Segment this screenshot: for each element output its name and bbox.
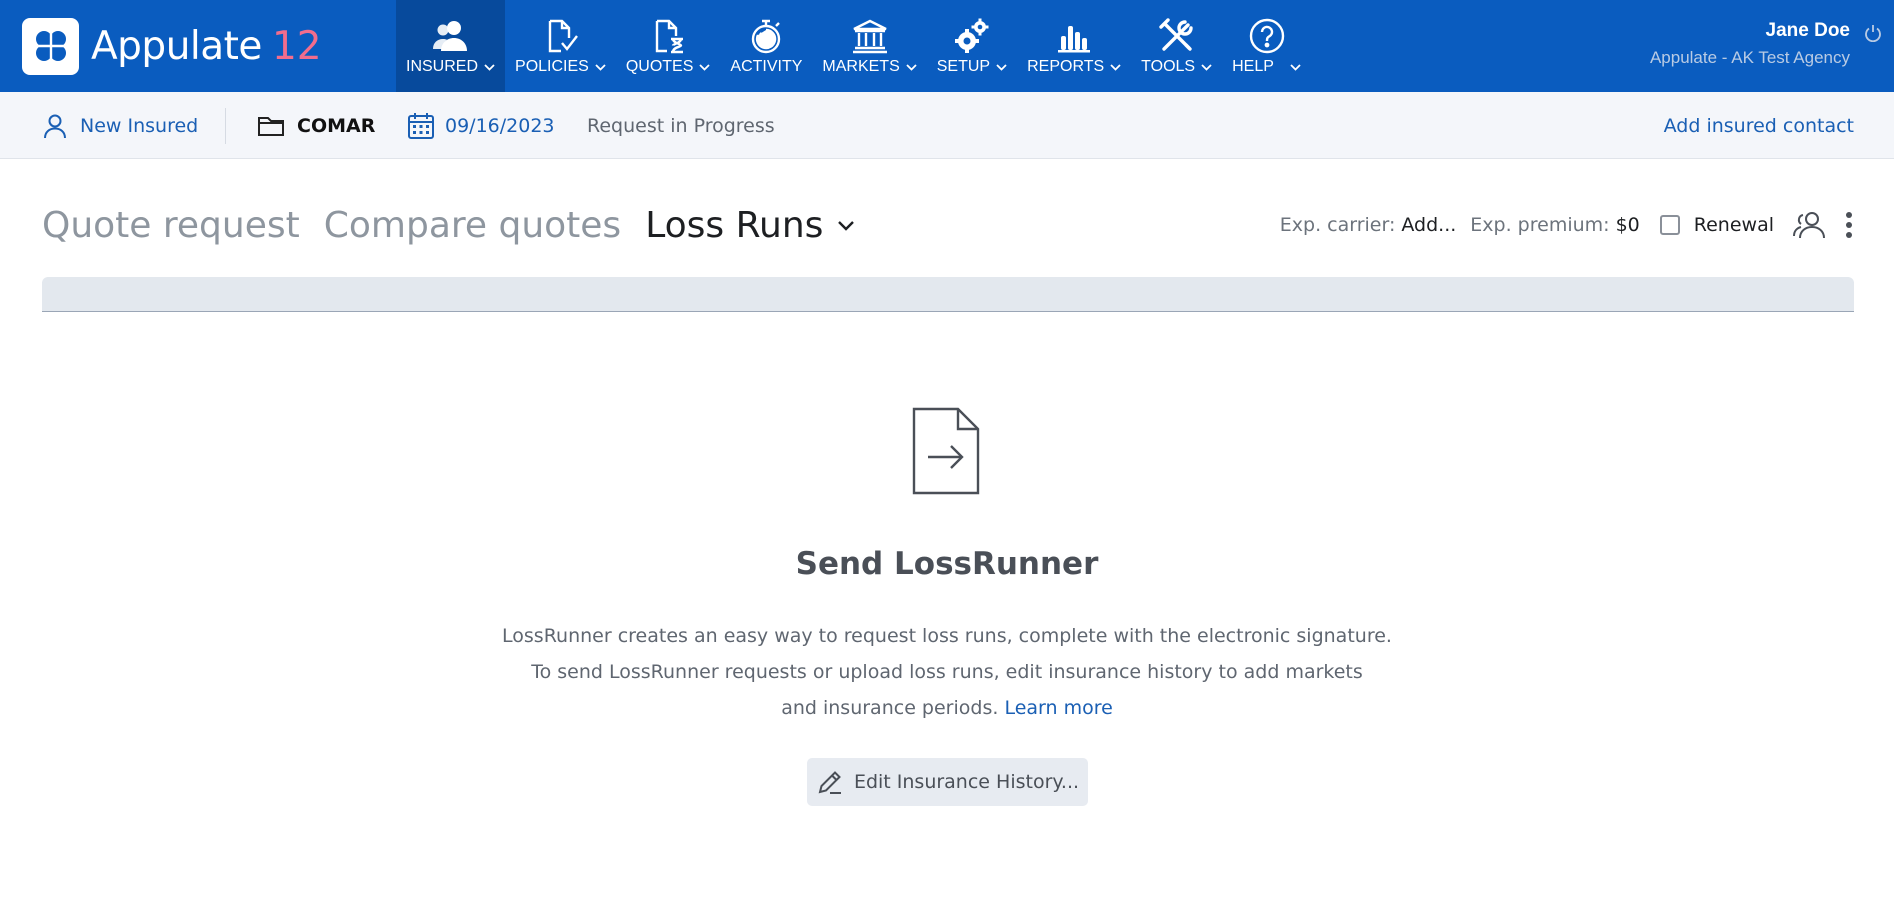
chevron-down-icon (699, 64, 711, 71)
nav-setup-label: SETUP (936, 58, 991, 75)
exp-carrier-value[interactable]: Add... (1401, 214, 1456, 236)
new-insured-link[interactable]: New Insured (42, 92, 198, 159)
date-value: 09/16/2023 (445, 114, 555, 137)
insured-icon (431, 16, 471, 56)
more-options-icon[interactable] (1842, 210, 1856, 240)
markets-icon (850, 16, 890, 56)
nav-markets-label: MARKETS (822, 58, 900, 75)
pencil-icon (818, 771, 841, 794)
help-icon (1247, 16, 1287, 56)
chevron-down-icon (1290, 64, 1301, 71)
exp-carrier-label: Exp. carrier: (1279, 214, 1396, 236)
folder-icon (258, 116, 284, 136)
nav-quotes[interactable]: QUOTES (616, 0, 721, 92)
nav-activity-label: ACTIVITY (730, 58, 803, 75)
chevron-down-icon (1201, 64, 1212, 71)
tab-compare-quotes[interactable]: Compare quotes (324, 205, 621, 246)
description-line-1: LossRunner creates an easy way to reques… (502, 625, 1392, 647)
empty-state-description: LossRunner creates an easy way to reques… (0, 618, 1894, 726)
nav-activity[interactable]: ACTIVITY (720, 0, 812, 92)
tools-icon (1157, 16, 1197, 56)
contacts-icon[interactable] (1792, 210, 1828, 240)
policies-icon (540, 16, 580, 56)
nav-reports-label: REPORTS (1027, 58, 1105, 75)
chevron-down-icon (484, 64, 495, 71)
main-nav: INSURED POLICIES QUOTES ACTIVITY MARKETS… (396, 0, 1311, 92)
user-agency: Appulate - AK Test Agency (1649, 48, 1850, 67)
nav-markets[interactable]: MARKETS (812, 0, 926, 92)
nav-setup[interactable]: SETUP (927, 0, 1017, 92)
nav-tools-label: TOOLS (1141, 58, 1196, 75)
calendar-icon (408, 112, 434, 139)
user-info[interactable]: Jane Doe Appulate - AK Test Agency (1650, 20, 1850, 68)
document-arrow-icon (912, 407, 980, 495)
tab-loss-runs[interactable]: Loss Runs (645, 205, 855, 246)
nav-policies[interactable]: POLICIES (505, 0, 616, 92)
divider (225, 108, 226, 144)
new-insured-label: New Insured (80, 114, 199, 137)
nav-insured-label: INSURED (406, 58, 479, 75)
date-item[interactable]: 09/16/2023 (407, 92, 555, 159)
app-logo[interactable]: Appulate 12 (22, 17, 322, 75)
power-icon[interactable] (1864, 24, 1882, 42)
reports-icon (1054, 16, 1094, 56)
nav-help[interactable]: HELP (1222, 0, 1311, 92)
activity-icon (746, 16, 786, 56)
app-version: 12 (271, 23, 322, 69)
quote-info-bar: Exp. carrier: Add... Exp. premium: $0 Re… (1280, 204, 1856, 246)
request-status: Request in Progress (587, 114, 775, 137)
chevron-down-icon (1110, 64, 1121, 71)
renewal-checkbox[interactable] (1659, 215, 1680, 235)
nav-tools[interactable]: TOOLS (1131, 0, 1222, 92)
edit-insurance-history-label: Edit Insurance History... (853, 771, 1080, 793)
user-name: Jane Doe (1765, 20, 1850, 41)
top-navigation-bar: Appulate 12 INSURED POLICIES QUOTES ACTI… (0, 0, 1894, 92)
chevron-down-icon (906, 64, 917, 71)
learn-more-link[interactable]: Learn more (1004, 697, 1112, 719)
edit-insurance-history-button[interactable]: Edit Insurance History... (807, 758, 1088, 806)
quotes-icon (648, 16, 688, 56)
nav-policies-label: POLICIES (515, 58, 589, 75)
clover-icon (22, 17, 79, 75)
tab-loss-runs-label: Loss Runs (645, 204, 824, 246)
description-line-3: and insurance periods. (781, 697, 999, 719)
chevron-down-icon (996, 64, 1007, 71)
person-icon (44, 114, 66, 138)
folder-name: COMAR (297, 114, 376, 137)
add-insured-contact-link[interactable]: Add insured contact (1664, 92, 1854, 159)
description-line-2: To send LossRunner requests or upload lo… (531, 661, 1363, 683)
nav-reports[interactable]: REPORTS (1017, 0, 1131, 92)
nav-help-label: HELP (1232, 58, 1274, 75)
chevron-down-icon (595, 64, 606, 71)
nav-quotes-label: QUOTES (625, 58, 694, 75)
renewal-label: Renewal (1693, 214, 1774, 236)
folder-item[interactable]: COMAR (257, 92, 375, 159)
app-name: Appulate (91, 23, 262, 69)
setup-icon (952, 16, 992, 56)
chevron-down-icon (838, 220, 855, 231)
empty-state-title: Send LossRunner (795, 546, 1099, 582)
page-tabs: Quote request Compare quotes Loss Runs (42, 199, 879, 251)
insured-summary-bar: New Insured COMAR 09/16/2023 Request in … (0, 92, 1894, 159)
content-header-band (42, 277, 1854, 312)
tab-quote-request[interactable]: Quote request (42, 205, 300, 246)
exp-premium-value[interactable]: $0 (1616, 214, 1640, 236)
nav-insured[interactable]: INSURED (396, 0, 506, 92)
exp-premium-label: Exp. premium: (1470, 214, 1610, 236)
